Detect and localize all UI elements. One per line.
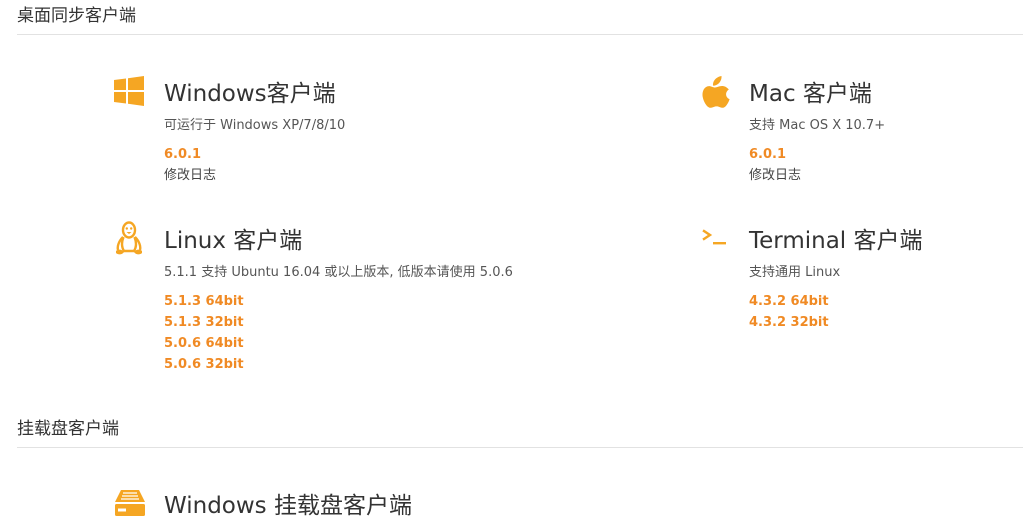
download-link-5-0-6-64bit[interactable]: 5.0.6 64bit	[164, 336, 244, 351]
client-description: 支持 Mac OS X 10.7+	[749, 118, 886, 133]
download-list: 5.1.3 64bit 5.1.3 32bit 5.0.6 64bit 5.0.…	[164, 291, 244, 375]
download-link-6-0-1[interactable]: 6.0.1	[749, 147, 786, 162]
download-link-4-3-2-64bit[interactable]: 4.3.2 64bit	[749, 294, 829, 309]
download-link-5-0-6-32bit[interactable]: 5.0.6 32bit	[164, 357, 244, 372]
client-name: Windows 挂载盘客户端	[164, 493, 412, 519]
changelog-link[interactable]: 修改日志	[164, 168, 216, 183]
client-description: 可运行于 Windows XP/7/8/10	[164, 118, 346, 133]
client-description: 支持通用 Linux	[749, 265, 841, 280]
client-name: Terminal 客户端	[749, 228, 923, 254]
download-list: 6.0.1 修改日志	[749, 144, 801, 186]
download-link-5-1-3-64bit[interactable]: 5.1.3 64bit	[164, 294, 244, 309]
download-link-4-3-2-32bit[interactable]: 4.3.2 32bit	[749, 315, 829, 330]
changelog-link[interactable]: 修改日志	[749, 168, 801, 183]
client-name: Mac 客户端	[749, 81, 872, 107]
drive-icon	[113, 490, 149, 526]
download-link-6-0-1[interactable]: 6.0.1	[164, 147, 201, 162]
client-name: Linux 客户端	[164, 228, 303, 254]
apple-icon	[698, 76, 734, 114]
section-title-mount-drive: 挂载盘客户端	[17, 419, 119, 439]
client-description: 5.1.1 支持 Ubuntu 16.04 或以上版本, 低版本请使用 5.0.…	[164, 265, 513, 280]
client-name: Windows客户端	[164, 81, 336, 107]
section-title-desktop-sync: 桌面同步客户端	[17, 6, 136, 26]
linux-icon	[113, 221, 149, 261]
section-divider	[17, 447, 1023, 448]
section-divider	[17, 34, 1023, 35]
download-list: 6.0.1 修改日志	[164, 144, 216, 186]
download-list: 4.3.2 64bit 4.3.2 32bit	[749, 291, 829, 333]
terminal-icon	[698, 225, 734, 261]
windows-icon	[113, 76, 149, 114]
download-link-5-1-3-32bit[interactable]: 5.1.3 32bit	[164, 315, 244, 330]
